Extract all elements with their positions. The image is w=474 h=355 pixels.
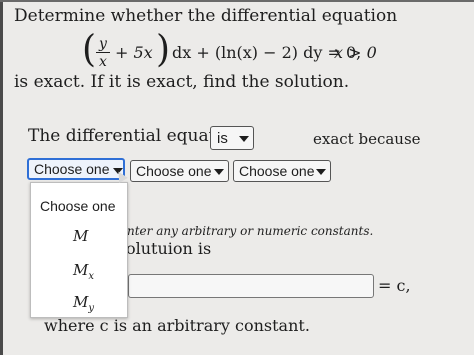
fraction-bar [96, 52, 110, 53]
option-main: M [73, 227, 89, 245]
option-main: M [73, 293, 89, 311]
option-sub: x [88, 271, 94, 282]
constants-hint: nter any arbitrary or numeric constants. [127, 224, 374, 238]
chevron-down-icon [316, 169, 326, 175]
page-border-top [0, 0, 474, 2]
dropdown-option-my[interactable]: My [73, 293, 94, 314]
eq-condition: x > 0 [334, 43, 377, 62]
chevron-down-icon [214, 169, 224, 175]
left-paren: ( [82, 27, 97, 71]
option-sub: y [88, 303, 95, 314]
solution-label: olutuion is [126, 239, 212, 258]
solution-input[interactable] [128, 274, 374, 298]
choose-one-select-2[interactable]: Choose one [130, 160, 229, 182]
select-1-label: Choose one [34, 161, 110, 177]
option-main: M [73, 261, 89, 279]
problem-intro: Determine whether the differential equat… [14, 6, 398, 26]
eq-dx-part: dx + (ln(x) − 2) dy = 0, [172, 43, 362, 62]
choose-one-select-1[interactable]: Choose one [27, 158, 125, 180]
choose-one-select-3[interactable]: Choose one [233, 160, 331, 182]
right-paren: ) [156, 27, 171, 71]
fraction-y-over-x: y x [96, 37, 110, 70]
choose-one-dropdown-menu: Choose one M Mx My [30, 182, 128, 318]
fraction-numerator: y [99, 36, 107, 52]
is-exact-select-value: is [217, 130, 228, 147]
equals-c-text: = c, [378, 276, 411, 295]
eq-plus-5x: + 5x [115, 43, 153, 62]
differential-equation: ( y x + 5x ) dx + (ln(x) − 2) dy = 0, x … [82, 28, 402, 74]
arbitrary-constant-note: where c is an arbitrary constant. [44, 316, 310, 335]
select-2-label: Choose one [136, 163, 212, 179]
dropdown-option-m[interactable]: M [73, 227, 88, 248]
dropdown-header: Choose one [40, 198, 116, 214]
select-3-label: Choose one [239, 163, 315, 179]
dropdown-option-mx[interactable]: Mx [73, 261, 94, 282]
problem-instruction: is exact. If it is exact, find the solut… [14, 72, 350, 92]
page-border-left [0, 0, 3, 355]
chevron-down-icon [239, 136, 249, 142]
is-exact-select[interactable]: is [210, 126, 254, 150]
fraction-denominator: x [99, 54, 107, 70]
because-text: exact because [313, 130, 421, 148]
